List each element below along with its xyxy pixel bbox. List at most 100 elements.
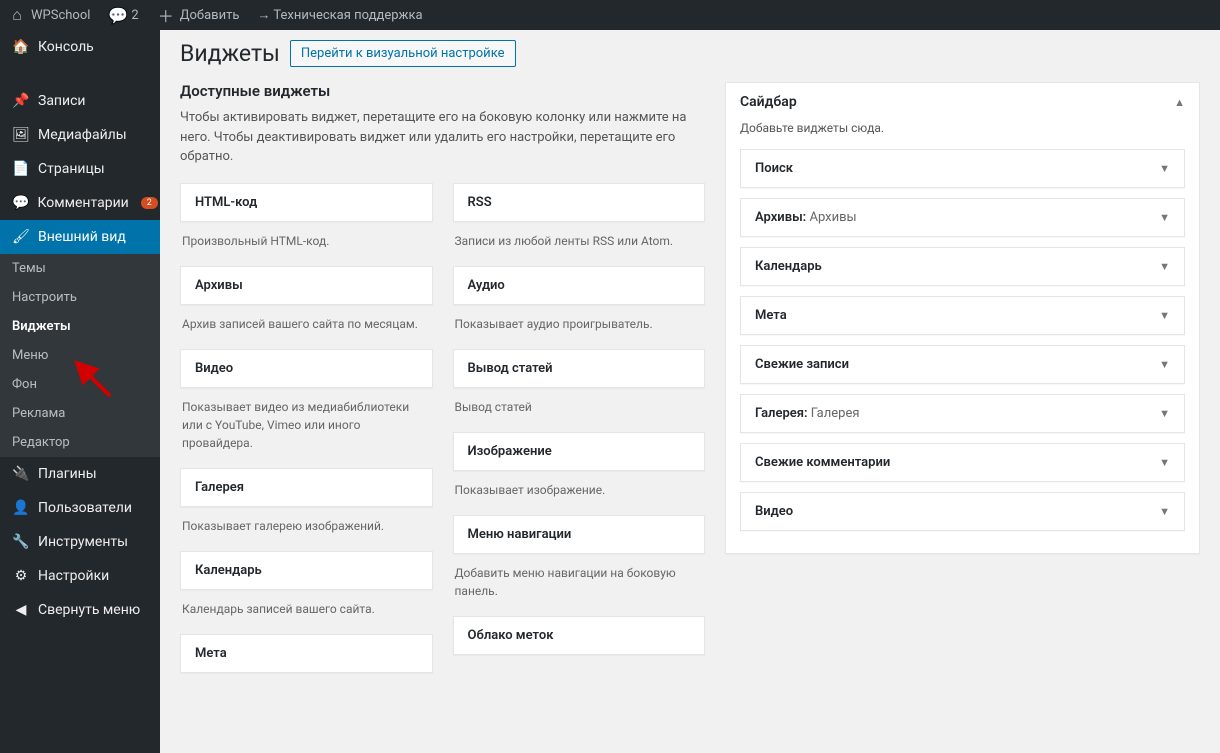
menu-item-5[interactable]: 🖌Внешний вид xyxy=(0,220,160,254)
toolbar-site[interactable]: ⌂ WPSchool xyxy=(8,5,90,25)
available-widget[interactable]: Вывод статей xyxy=(453,349,706,388)
menu-item-9[interactable]: ⚙Настройки xyxy=(0,559,160,593)
widget-desc: Произвольный HTML-код. xyxy=(180,222,433,266)
toolbar-support[interactable]: → Техническая поддержка xyxy=(257,7,422,23)
sidebar-widget-list: Поиск▼Архивы: Архивы▼Календарь▼Мета▼Свеж… xyxy=(726,149,1199,553)
menu-label: Комментарии xyxy=(37,195,128,211)
toolbar-comments-count: 2 xyxy=(131,8,138,23)
menu-item-3[interactable]: 📄Страницы xyxy=(0,152,160,186)
chevron-down-icon: ▼ xyxy=(1159,407,1170,420)
submenu-item-0[interactable]: Темы xyxy=(0,254,160,283)
available-widget[interactable]: Аудио xyxy=(453,266,706,305)
widget-desc: Показывает видео из медиабиблиотеки или … xyxy=(180,388,433,468)
toolbar-add[interactable]: ＋Добавить xyxy=(157,3,240,27)
submenu-item-5[interactable]: Реклама xyxy=(0,399,160,428)
widget-title: Видео xyxy=(755,504,793,519)
widget-subtitle: Архивы xyxy=(809,210,856,225)
widget-title: Мета xyxy=(755,308,787,323)
widget-desc: Показывает аудио проигрыватель. xyxy=(453,305,706,349)
menu-item-6[interactable]: 🔌Плагины xyxy=(0,457,160,491)
widget-desc xyxy=(180,673,433,713)
widget-title: Аудио xyxy=(454,267,705,304)
menu-icon: 🔌 xyxy=(12,466,30,482)
menu-item-10[interactable]: ◀Свернуть меню xyxy=(0,593,160,627)
toolbar-site-label: WPSchool xyxy=(31,8,90,23)
sidebar-area-desc: Добавьте виджеты сюда. xyxy=(726,121,1199,149)
available-widget[interactable]: Галерея xyxy=(180,468,433,507)
menu-icon: 💬 xyxy=(12,195,29,211)
menu-item-0[interactable]: 🏠Консоль xyxy=(0,30,160,64)
available-widgets-column: Доступные виджеты Чтобы активировать вид… xyxy=(180,82,705,713)
menu-item-7[interactable]: 👤 Пользователи xyxy=(0,491,160,525)
sidebar-area-title: Сайдбар xyxy=(740,94,797,110)
widget-title: Облако меток xyxy=(454,617,705,654)
menu-label: Консоль xyxy=(38,39,94,55)
menu-label: Записи xyxy=(38,93,86,109)
available-widget[interactable]: Облако меток xyxy=(453,616,706,655)
sidebar-widget[interactable]: Видео▼ xyxy=(740,492,1185,531)
widget-title: Свежие комментарии xyxy=(755,455,890,470)
sidebar-areas-column: Сайдбар▲Добавьте виджеты сюда.Поиск▼Архи… xyxy=(725,82,1200,713)
submenu-item-6[interactable]: Редактор xyxy=(0,428,160,457)
sidebar-area: Сайдбар▲Добавьте виджеты сюда.Поиск▼Архи… xyxy=(725,82,1200,554)
widget-title: Поиск xyxy=(755,161,793,176)
menu-icon: ⚙ xyxy=(12,568,30,584)
sidebar-widget[interactable]: Галерея: Галерея ▼ xyxy=(740,394,1185,433)
widget-title: Изображение xyxy=(454,433,705,470)
chevron-down-icon: ▼ xyxy=(1159,211,1170,224)
widget-subtitle: Галерея xyxy=(811,406,860,421)
available-title: Доступные виджеты xyxy=(180,82,705,100)
menu-item-1[interactable]: 📌Записи xyxy=(0,84,160,118)
widget-title: Мета xyxy=(181,635,432,672)
comment-icon: 💬 xyxy=(108,6,126,25)
available-widget[interactable]: HTML-код xyxy=(180,183,433,222)
home-icon: ⌂ xyxy=(8,5,26,25)
sidebar-widget-header: Архивы: Архивы ▼ xyxy=(741,199,1184,236)
sidebar-widget-header: Свежие записи ▼ xyxy=(741,346,1184,383)
menu-item-2[interactable]: 🖼Медиафайлы xyxy=(0,118,160,152)
submenu-item-4[interactable]: Фон xyxy=(0,370,160,399)
available-widget[interactable]: Меню навигации xyxy=(453,515,706,554)
menu-label: Пользователи xyxy=(38,500,132,516)
widget-title: Галерея xyxy=(181,469,432,506)
widget-desc: Архив записей вашего сайта по месяцам. xyxy=(180,305,433,349)
available-desc: Чтобы активировать виджет, перетащите ег… xyxy=(180,108,705,167)
menu-item-8[interactable]: 🔧Инструменты xyxy=(0,525,160,559)
sidebar-widget[interactable]: Календарь▼ xyxy=(740,247,1185,286)
widget-title: Архивы: xyxy=(755,210,806,225)
chevron-down-icon: ▼ xyxy=(1159,162,1170,175)
toolbar-comments[interactable]: 💬2 xyxy=(108,6,138,25)
chevron-down-icon: ▼ xyxy=(1159,358,1170,371)
chevron-up-icon: ▲ xyxy=(1174,96,1185,109)
menu-badge: 2 xyxy=(141,197,158,209)
submenu-item-3[interactable]: Меню xyxy=(0,341,160,370)
menu-icon: 🔧 xyxy=(12,534,30,550)
available-widget[interactable]: Календарь xyxy=(180,551,433,590)
menu-icon: 👤 xyxy=(12,500,30,516)
menu-label: Свернуть меню xyxy=(38,602,140,618)
available-widget[interactable]: Изображение xyxy=(453,432,706,471)
menu-item-4[interactable]: 💬 Комментарии 2 xyxy=(0,186,160,220)
widget-title: Календарь xyxy=(181,552,432,589)
chevron-down-icon: ▼ xyxy=(1159,260,1170,273)
widget-title: Галерея: xyxy=(755,406,808,421)
sidebar-widget[interactable]: Поиск ▼ xyxy=(740,149,1185,188)
sidebar-widget-header: Свежие комментарии▼ xyxy=(741,444,1184,481)
sidebar-widget[interactable]: Архивы: Архивы ▼ xyxy=(740,198,1185,237)
sidebar-widget[interactable]: Мета▼ xyxy=(740,296,1185,335)
sidebar-widget[interactable]: Свежие записи ▼ xyxy=(740,345,1185,384)
sidebar-area-header[interactable]: Сайдбар ▲ xyxy=(726,83,1199,121)
submenu-item-1[interactable]: Настроить xyxy=(0,283,160,312)
available-widget[interactable]: RSS xyxy=(453,183,706,222)
widget-title: Свежие записи xyxy=(755,357,849,372)
widget-title: Видео xyxy=(181,350,432,387)
available-widget[interactable]: Мета xyxy=(180,634,433,673)
available-widget[interactable]: Архивы xyxy=(180,266,433,305)
menu-label: Внешний вид xyxy=(38,229,126,245)
visual-setup-button[interactable]: Перейти к визуальной настройке xyxy=(290,40,516,67)
sidebar-widget[interactable]: Свежие комментарии▼ xyxy=(740,443,1185,482)
submenu-item-2[interactable]: Виджеты xyxy=(0,312,160,341)
available-widget[interactable]: Видео xyxy=(180,349,433,388)
widget-title: Меню навигации xyxy=(454,516,705,553)
sidebar-widget-header: Календарь▼ xyxy=(741,248,1184,285)
